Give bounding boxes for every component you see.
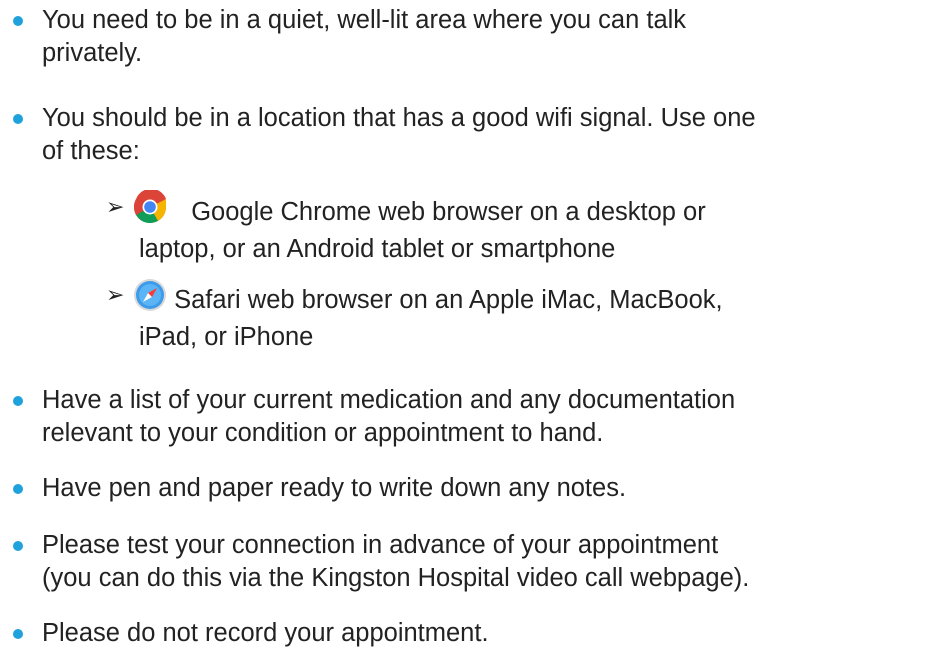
- bullet-line: You should be in a location that has a g…: [42, 104, 756, 132]
- bullet-line: (you can do this via the Kingston Hospit…: [42, 564, 750, 592]
- bullet-line: Please test your connection in advance o…: [42, 531, 719, 559]
- sub-text: Google Chrome web browser on a desktop o…: [133, 188, 933, 266]
- bullet-line: Please do not record your appointment.: [42, 619, 489, 647]
- instructions-document: You need to be in a quiet, well-lit area…: [0, 0, 952, 667]
- sub-text: Safari web browser on an Apple iMac, Mac…: [133, 278, 933, 354]
- bullet-dot: [13, 541, 23, 551]
- bullet-text: You need to be in a quiet, well-lit area…: [42, 4, 942, 70]
- bullet-text: Please test your connection in advance o…: [42, 529, 942, 595]
- bullet-text: Have pen and paper ready to write down a…: [42, 472, 942, 505]
- sub-line: Safari web browser on an Apple iMac, Mac…: [133, 278, 933, 321]
- bullet-dot: [13, 16, 23, 26]
- bullet-dot: [13, 484, 23, 494]
- bullet-text: Have a list of your current medication a…: [42, 384, 942, 450]
- arrow-bullet-icon: ➢: [106, 282, 125, 307]
- bullet-text: You should be in a location that has a g…: [42, 102, 942, 168]
- sub-line: Google Chrome web browser on a desktop o…: [133, 188, 933, 233]
- safari-icon: [133, 278, 167, 321]
- bullet-line: You need to be in a quiet, well-lit area…: [42, 6, 687, 34]
- sub-line: laptop, or an Android tablet or smartpho…: [139, 235, 616, 263]
- bullet-dot: [13, 114, 23, 124]
- arrow-bullet-icon: ➢: [106, 194, 125, 219]
- bullet-dot: [13, 396, 23, 406]
- bullet-dot: [13, 629, 23, 639]
- bullet-line: Have pen and paper ready to write down a…: [42, 474, 627, 502]
- sub-line: iPad, or iPhone: [139, 323, 314, 351]
- chrome-icon: [133, 188, 167, 233]
- sub-line-text: Safari web browser on an Apple iMac, Mac…: [174, 286, 723, 314]
- bullet-line: of these:: [42, 137, 140, 165]
- bullet-line: relevant to your condition or appointmen…: [42, 419, 604, 447]
- bullet-text: Please do not record your appointment.: [42, 617, 942, 650]
- bullet-line: privately.: [42, 39, 143, 67]
- sub-line-text: Google Chrome web browser on a desktop o…: [191, 198, 706, 226]
- bullet-line: Have a list of your current medication a…: [42, 386, 736, 414]
